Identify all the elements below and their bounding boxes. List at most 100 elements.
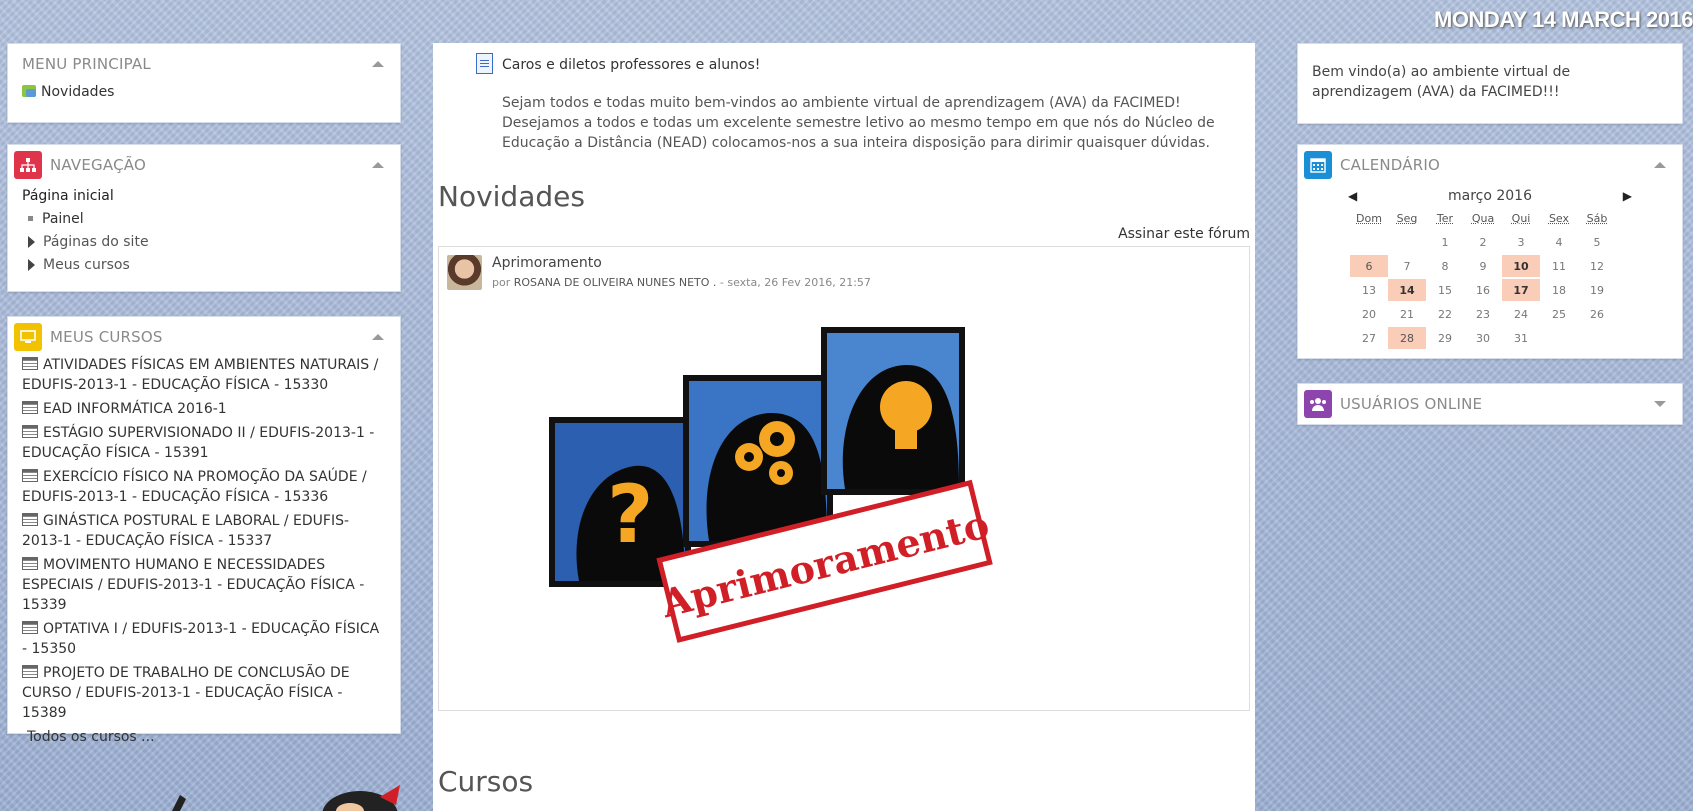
users-icon bbox=[1304, 390, 1332, 418]
course-label: EXERCÍCIO FÍSICO NA PROMOÇÃO DA SAÚDE / … bbox=[22, 469, 367, 505]
nav-item-paginas[interactable]: Páginas do site bbox=[22, 231, 386, 254]
expand-icon[interactable] bbox=[28, 259, 35, 271]
course-label: MOVIMENTO HUMANO E NECESSIDADES ESPECIAI… bbox=[22, 557, 365, 613]
block-header[interactable]: MEUS CURSOS bbox=[8, 317, 400, 357]
current-date: MONDAY 14 MARCH 2016 bbox=[1434, 7, 1693, 32]
calendar-day[interactable]: 11 bbox=[1540, 255, 1578, 277]
calendar-day[interactable]: 7 bbox=[1388, 255, 1426, 277]
weekday-label: Sex bbox=[1548, 211, 1570, 225]
block-title: USUÁRIOS ONLINE bbox=[1340, 395, 1483, 413]
block-header[interactable]: CALENDÁRIO bbox=[1298, 145, 1682, 185]
course-link[interactable]: GINÁSTICA POSTURAL E LABORAL / EDUFIS-20… bbox=[8, 511, 400, 551]
intro-title[interactable]: Caros e diletos professores e alunos! bbox=[502, 57, 760, 73]
course-link[interactable]: EXERCÍCIO FÍSICO NA PROMOÇÃO DA SAÚDE / … bbox=[8, 467, 400, 507]
course-link[interactable]: MOVIMENTO HUMANO E NECESSIDADES ESPECIAI… bbox=[8, 555, 400, 615]
calendar-day[interactable]: 15 bbox=[1426, 279, 1464, 301]
calendar-day[interactable]: 26 bbox=[1578, 303, 1616, 325]
calendar-day[interactable]: 12 bbox=[1578, 255, 1616, 277]
weekday-label: Qui bbox=[1511, 211, 1531, 225]
novidades-link[interactable]: Novidades bbox=[41, 84, 114, 100]
nav-item-label: Meus cursos bbox=[43, 257, 130, 273]
calendar-day[interactable]: 2 bbox=[1464, 231, 1502, 253]
calendar-day[interactable]: 6 bbox=[1350, 255, 1388, 277]
main-content: Caros e diletos professores e alunos! Se… bbox=[433, 43, 1255, 811]
course-link[interactable]: ESTÁGIO SUPERVISIONADO II / EDUFIS-2013-… bbox=[8, 423, 400, 463]
calendar-day[interactable]: 1 bbox=[1426, 231, 1464, 253]
course-icon bbox=[22, 401, 38, 414]
calendar-empty-cell bbox=[1350, 231, 1388, 253]
online-users-block: USUÁRIOS ONLINE bbox=[1297, 383, 1683, 425]
course-link[interactable]: ATIVIDADES FÍSICAS EM AMBIENTES NATURAIS… bbox=[8, 355, 400, 395]
nav-item-painel[interactable]: Painel bbox=[22, 208, 386, 231]
calendar-day[interactable]: 13 bbox=[1350, 279, 1388, 301]
calendar-empty-cell bbox=[1540, 327, 1578, 349]
calendar-icon bbox=[1304, 151, 1332, 179]
nav-home-link[interactable]: Página inicial bbox=[22, 185, 386, 208]
calendar-day[interactable]: 30 bbox=[1464, 327, 1502, 349]
course-label: EAD INFORMÁTICA 2016-1 bbox=[43, 401, 227, 417]
mascot-illustration bbox=[172, 785, 400, 811]
block-header[interactable]: MENU PRINCIPAL bbox=[8, 44, 400, 84]
welcome-block: Bem vindo(a) ao ambiente virtual de apre… bbox=[1297, 43, 1683, 124]
calendar-day[interactable]: 5 bbox=[1578, 231, 1616, 253]
block-title: CALENDÁRIO bbox=[1340, 156, 1440, 174]
calendar-day[interactable]: 10 bbox=[1502, 255, 1540, 277]
calendar-day[interactable]: 27 bbox=[1350, 327, 1388, 349]
calendar-day[interactable]: 31 bbox=[1502, 327, 1540, 349]
collapse-icon[interactable] bbox=[1654, 162, 1666, 168]
course-link[interactable]: EAD INFORMÁTICA 2016-1 bbox=[8, 399, 400, 419]
calendar-day[interactable]: 23 bbox=[1464, 303, 1502, 325]
navegacao-block: NAVEGAÇÃO Página inicial Painel Páginas … bbox=[7, 144, 401, 292]
course-icon bbox=[22, 469, 38, 482]
block-header[interactable]: USUÁRIOS ONLINE bbox=[1298, 384, 1682, 424]
weekday-label: Sáb bbox=[1586, 211, 1608, 225]
prev-month-icon[interactable]: ◀ bbox=[1348, 185, 1357, 207]
subscribe-forum-link[interactable]: Assinar este fórum bbox=[1118, 226, 1250, 242]
nav-item-meus-cursos[interactable]: Meus cursos bbox=[22, 254, 386, 277]
calendar-month[interactable]: março 2016 bbox=[1448, 188, 1532, 204]
calendar-day[interactable]: 28 bbox=[1388, 327, 1426, 349]
calendar-empty-cell bbox=[1388, 231, 1426, 253]
calendar-day[interactable]: 22 bbox=[1426, 303, 1464, 325]
calendar-day[interactable]: 24 bbox=[1502, 303, 1540, 325]
next-month-icon[interactable]: ▶ bbox=[1623, 185, 1632, 207]
welcome-text: Bem vindo(a) ao ambiente virtual de apre… bbox=[1312, 64, 1571, 100]
page-icon bbox=[476, 53, 493, 74]
collapse-icon[interactable] bbox=[372, 61, 384, 67]
nav-item-label: Páginas do site bbox=[43, 234, 149, 250]
calendar-day[interactable]: 25 bbox=[1540, 303, 1578, 325]
course-link[interactable]: OPTATIVA I / EDUFIS-2013-1 - EDUCAÇÃO FÍ… bbox=[8, 619, 400, 659]
intro-text: Sejam todos e todas muito bem-vindos ao … bbox=[502, 95, 1215, 151]
bullet-icon bbox=[28, 215, 33, 221]
calendar-day[interactable]: 8 bbox=[1426, 255, 1464, 277]
calendar-day[interactable]: 3 bbox=[1502, 231, 1540, 253]
calendar-day[interactable]: 18 bbox=[1540, 279, 1578, 301]
calendar-day[interactable]: 20 bbox=[1350, 303, 1388, 325]
calendar-day[interactable]: 16 bbox=[1464, 279, 1502, 301]
calendar-day[interactable]: 17 bbox=[1502, 279, 1540, 301]
calendar-day[interactable]: 21 bbox=[1388, 303, 1426, 325]
block-title: NAVEGAÇÃO bbox=[50, 156, 146, 174]
course-link[interactable]: PROJETO DE TRABALHO DE CONCLUSÃO DE CURS… bbox=[8, 663, 400, 723]
collapse-icon[interactable] bbox=[372, 162, 384, 168]
course-label: PROJETO DE TRABALHO DE CONCLUSÃO DE CURS… bbox=[22, 665, 350, 721]
calendar-day[interactable]: 14 bbox=[1388, 279, 1426, 301]
expand-icon[interactable] bbox=[1654, 401, 1666, 407]
list-item[interactable]: Novidades bbox=[8, 84, 400, 100]
all-courses-link[interactable]: Todos os cursos ... bbox=[8, 727, 400, 747]
collapse-icon[interactable] bbox=[372, 334, 384, 340]
block-header[interactable]: NAVEGAÇÃO bbox=[8, 145, 400, 185]
nav-item-label: Painel bbox=[42, 211, 84, 227]
block-title: MEUS CURSOS bbox=[50, 328, 163, 346]
post-author-link[interactable]: ROSANA DE OLIVEIRA NUNES NETO . bbox=[514, 276, 717, 289]
calendar-day[interactable]: 29 bbox=[1426, 327, 1464, 349]
expand-icon[interactable] bbox=[28, 236, 35, 248]
courses-heading: Cursos bbox=[438, 765, 534, 798]
calendar-day[interactable]: 19 bbox=[1578, 279, 1616, 301]
calendar-day[interactable]: 9 bbox=[1464, 255, 1502, 277]
calendar-day[interactable]: 4 bbox=[1540, 231, 1578, 253]
monitor-icon bbox=[14, 323, 42, 351]
avatar[interactable] bbox=[447, 255, 482, 290]
course-icon bbox=[22, 357, 38, 370]
calendar-grid: Dom Seg Ter Qua Qui Sex Sáb 1 2 3 4 5 6 7 8 9 10 11 12 13 14… bbox=[1350, 207, 1682, 351]
